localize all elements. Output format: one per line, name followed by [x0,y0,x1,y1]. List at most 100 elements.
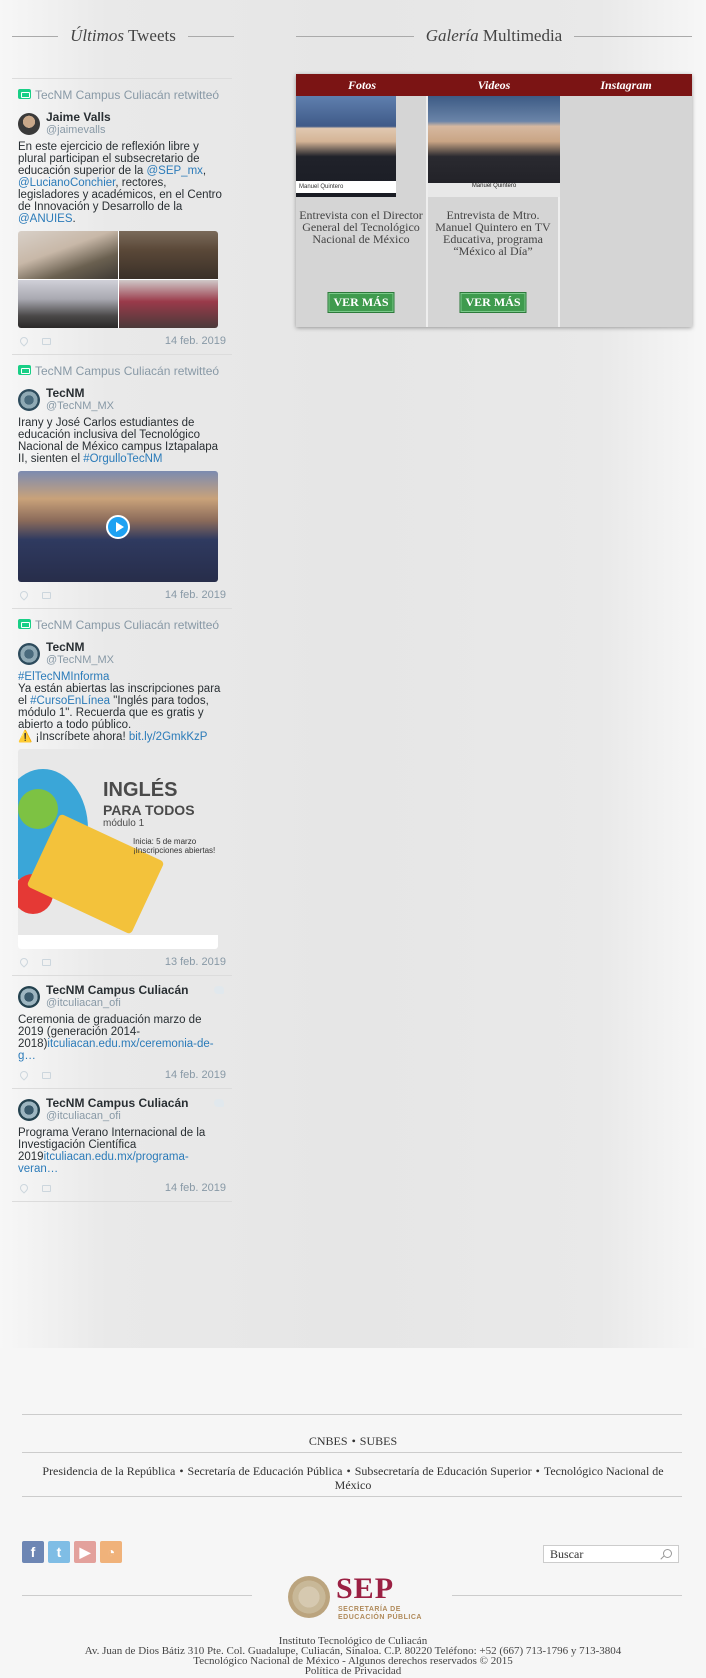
tweet[interactable]: TecNM Campus Culiacán retwitteó TecNM @T… [12,608,232,975]
share-icon[interactable] [42,337,51,345]
hashtag-link[interactable]: #OrgulloTecNM [83,453,162,465]
video-thumbnail[interactable]: Manuel Quintero [296,96,396,197]
gallery-tabs: Fotos Videos Instagram [296,74,692,96]
video-thumbnail[interactable]: Manuel Quintero [428,96,560,197]
tweet-photo[interactable] [118,231,218,279]
multimedia-gallery: Fotos Videos Instagram Manuel Quintero E… [296,74,692,327]
ver-mas-button[interactable]: VER MÁS [327,292,395,313]
mention-link[interactable]: @LucianoConchier [18,177,115,189]
footer-links-primary: CNBES • SUBES [0,1434,706,1449]
author-name[interactable]: Jaime Valls [46,111,111,124]
hashtag-link[interactable]: #CursoEnLínea [30,695,110,707]
tweet[interactable]: TecNM Campus Culiacán @itculiacan_ofi Ce… [12,975,232,1088]
author-handle[interactable]: @TecNM_MX [46,400,114,413]
tweet[interactable]: TecNM Campus Culiacán @itculiacan_ofi Pr… [12,1088,232,1202]
tv-caption: Manuel Quintero [296,181,396,193]
mention-link[interactable]: @ANUIES [18,213,73,225]
tweet-author[interactable]: TecNM @TecNM_MX [18,387,226,413]
url-link[interactable]: itculiacan.edu.mx/ceremonia-de-g… [18,1038,214,1062]
tweet-video[interactable] [18,471,218,582]
retweet-icon [18,619,31,629]
tweet-author[interactable]: TecNM Campus Culiacán @itculiacan_ofi [18,984,226,1010]
author-handle[interactable]: @itculiacan_ofi [46,1110,188,1123]
header-rule [296,35,414,37]
like-icon[interactable] [18,1069,30,1081]
gallery-header: Galería Multimedia [296,24,692,48]
tweet-photo[interactable] [18,231,118,279]
rss-icon[interactable]: ◔ [100,1541,122,1563]
avatar[interactable] [18,113,40,135]
share-icon[interactable] [42,958,51,966]
tweet-text: Ceremonia de graduación marzo de 2019 (g… [18,1014,214,1062]
retweet-line[interactable]: TecNM Campus Culiacán retwitteó [18,363,226,379]
social-links: f t ▶ ◔ [22,1541,126,1563]
share-icon[interactable] [42,1071,51,1079]
search-input[interactable]: Buscar [543,1545,679,1563]
tweet[interactable]: TecNM Campus Culiacán retwitteó Jaime Va… [12,78,232,354]
youtube-icon[interactable]: ▶ [74,1541,96,1563]
tweet-author[interactable]: Jaime Valls @jaimevalls [18,111,226,137]
footer-link-cnbes[interactable]: CNBES [309,1434,348,1448]
share-icon[interactable] [42,591,51,599]
mention-link[interactable]: @SEP_mx [147,165,203,177]
footer-link-subes[interactable]: SUBES [360,1434,397,1448]
tweet-image[interactable]: INGLÉS PARA TODOS módulo 1 Inicia: 5 de … [18,749,218,949]
tweet-date[interactable]: 13 feb. 2019 [165,956,226,968]
author-handle[interactable]: @TecNM_MX [46,654,114,667]
like-icon[interactable] [18,1182,30,1194]
avatar[interactable] [18,643,40,665]
footer-divider [22,1595,252,1596]
avatar[interactable] [18,389,40,411]
tweet-photo-collage[interactable] [18,231,218,328]
avatar[interactable] [18,986,40,1008]
footer-divider [22,1496,682,1497]
gallery-caption: Entrevista de Mtro. Manuel Quintero en T… [435,208,551,258]
tweet-text: Irany y José Carlos estudiantes de educa… [18,417,219,465]
retweet-line[interactable]: TecNM Campus Culiacán retwitteó [18,617,226,633]
tweet-date[interactable]: 14 feb. 2019 [165,1069,226,1081]
url-link[interactable]: bit.ly/2GmkKzP [129,731,208,743]
author-name[interactable]: TecNM [46,641,114,654]
tweets-header: Últimos Tweets [12,24,235,48]
avatar[interactable] [18,1099,40,1121]
footer-link-presidencia[interactable]: Presidencia de la República [42,1464,175,1478]
footer-link-sep[interactable]: Secretaría de Educación Pública [188,1464,343,1478]
tweets-title: Últimos Tweets [70,26,176,45]
author-name[interactable]: TecNM Campus Culiacán [46,984,188,997]
tweet-date[interactable]: 14 feb. 2019 [165,335,226,347]
hashtag-link[interactable]: #ElTecNMInforma [18,671,226,683]
bullet: • [351,1434,356,1448]
retweet-line[interactable]: TecNM Campus Culiacán retwitteó [18,87,226,103]
tweet-footer: 14 feb. 2019 [18,588,226,602]
tweet-photo[interactable] [118,280,218,328]
tab-videos[interactable]: Videos [428,74,560,96]
play-icon[interactable] [106,514,130,539]
tweet-photo[interactable] [18,280,118,328]
privacy-link[interactable]: Política de Privacidad [0,1666,706,1677]
sep-logo-subtitle: SECRETARÍA DE EDUCACIÓN PÚBLICA [338,1606,422,1621]
author-name[interactable]: TecNM [46,387,114,400]
share-icon[interactable] [42,1184,51,1192]
like-icon[interactable] [18,335,30,347]
twitter-icon[interactable]: t [48,1541,70,1563]
ver-mas-button[interactable]: VER MÁS [459,292,527,313]
like-icon[interactable] [18,589,30,601]
like-icon[interactable] [18,956,30,968]
footer-link-subsecretaria[interactable]: Subsecretaría de Educación Superior [355,1464,532,1478]
author-handle[interactable]: @jaimevalls [46,124,111,137]
tab-fotos[interactable]: Fotos [296,74,428,96]
author-handle[interactable]: @itculiacan_ofi [46,997,188,1010]
tweet-author[interactable]: TecNM @TecNM_MX [18,641,226,667]
tweet[interactable]: TecNM Campus Culiacán retwitteó TecNM @T… [12,354,232,608]
url-link[interactable]: itculiacan.edu.mx/programa-veran… [18,1151,189,1175]
twitter-bird-icon [214,986,224,994]
tweet-author[interactable]: TecNM Campus Culiacán @itculiacan_ofi [18,1097,226,1123]
facebook-icon[interactable]: f [22,1541,44,1563]
search-icon[interactable] [663,1549,672,1558]
author-name[interactable]: TecNM Campus Culiacán [46,1097,188,1110]
tweet-date[interactable]: 14 feb. 2019 [165,1182,226,1194]
twitter-timeline[interactable]: TecNM Campus Culiacán retwitteó Jaime Va… [12,78,232,1202]
tweet-footer: 14 feb. 2019 [18,1068,226,1082]
tweet-date[interactable]: 14 feb. 2019 [165,589,226,601]
tab-instagram[interactable]: Instagram [560,74,692,96]
